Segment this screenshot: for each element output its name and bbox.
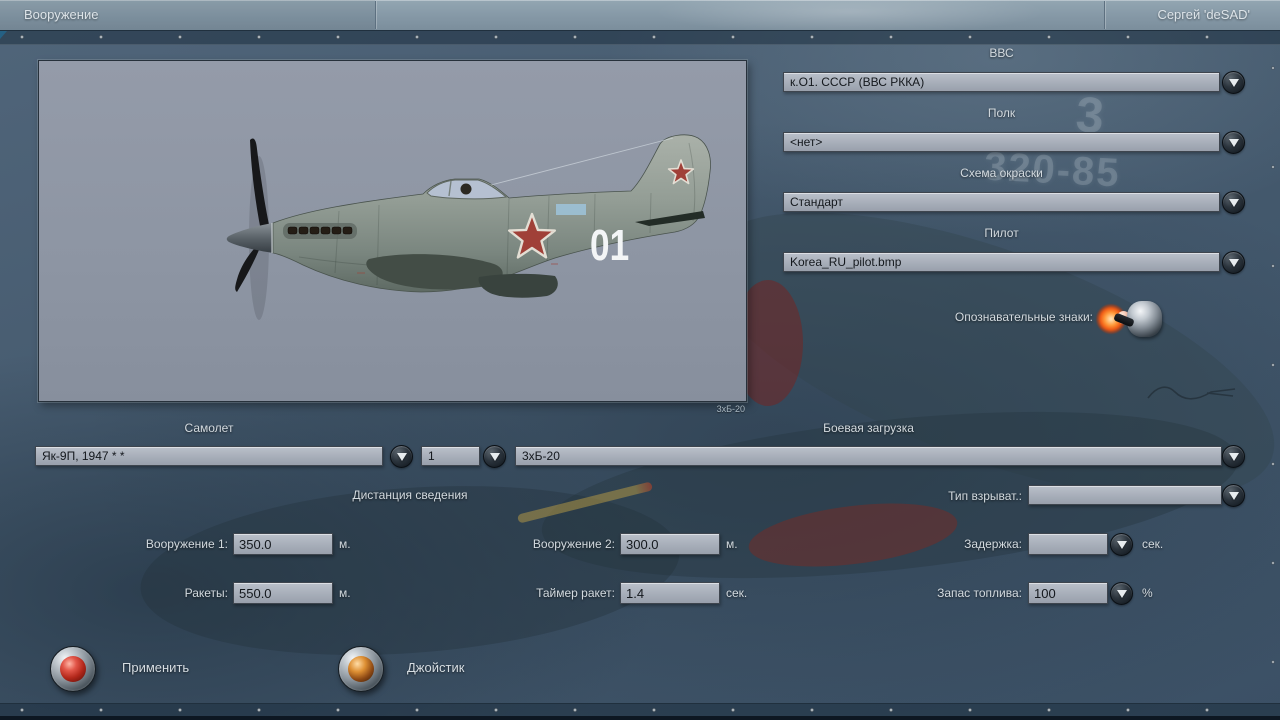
chevron-down-icon bbox=[1228, 79, 1239, 87]
fuse-type-dropdown-button[interactable] bbox=[1222, 484, 1245, 507]
delay-unit: сек. bbox=[1142, 537, 1164, 551]
apply-label: Применить bbox=[122, 660, 190, 675]
count-dropdown-button[interactable] bbox=[483, 445, 506, 468]
rivet-strip-top bbox=[0, 30, 1280, 45]
weapon2-label: Вооружение 2: bbox=[532, 537, 615, 551]
chevron-down-icon bbox=[1228, 199, 1239, 207]
rocket-timer-input[interactable] bbox=[620, 582, 720, 604]
aircraft-select[interactable]: Як-9П, 1947 * * bbox=[35, 446, 383, 466]
rockets-unit: м. bbox=[339, 586, 351, 600]
top-bar: Вооружение Сергей 'deSAD' bbox=[0, 0, 1280, 31]
fuel-dropdown-button[interactable] bbox=[1110, 582, 1133, 605]
chevron-down-icon bbox=[1228, 139, 1239, 147]
delay-input[interactable] bbox=[1028, 533, 1108, 555]
regiment-dropdown-button[interactable] bbox=[1222, 131, 1245, 154]
rockets-label: Ракеты: bbox=[184, 586, 228, 600]
joystick-label: Джойстик bbox=[407, 660, 465, 675]
aircraft-value: Як-9П, 1947 * * bbox=[42, 449, 125, 463]
aircraft-side-view: 01 bbox=[226, 134, 711, 320]
count-value: 1 bbox=[428, 449, 435, 463]
regiment-select[interactable]: <нет> bbox=[783, 132, 1220, 152]
chevron-down-icon bbox=[1228, 453, 1239, 461]
top-bar-shine bbox=[640, 0, 1060, 30]
amber-button-icon bbox=[348, 656, 374, 682]
aircraft-label: Самолет bbox=[184, 421, 234, 435]
pilot-value: Korea_RU_pilot.bmp bbox=[790, 255, 902, 269]
loadout-caption: 3хБ-20 bbox=[716, 404, 745, 414]
weapon2-unit: м. bbox=[726, 537, 738, 551]
chevron-down-icon bbox=[396, 453, 407, 461]
chevron-down-icon bbox=[1228, 492, 1239, 500]
pilot-dropdown-button[interactable] bbox=[1222, 251, 1245, 274]
aircraft-number: 01 bbox=[590, 221, 629, 270]
paint-scheme-label: Схема окраски bbox=[960, 166, 1043, 180]
chevron-down-icon bbox=[1116, 541, 1127, 549]
weapon1-label: Вооружение 1: bbox=[145, 537, 228, 551]
rocket-timer-label: Таймер ракет: bbox=[536, 586, 615, 600]
fuse-type-label: Тип взрыват.: bbox=[948, 489, 1022, 503]
airforce-select[interactable]: к.О1. СССР (ВВС РККА) bbox=[783, 72, 1220, 92]
paint-scheme-dropdown-button[interactable] bbox=[1222, 191, 1245, 214]
aircraft-dropdown-button[interactable] bbox=[390, 445, 413, 468]
tab-armament[interactable]: Вооружение bbox=[0, 0, 375, 30]
loadout-dropdown-button[interactable] bbox=[1222, 445, 1245, 468]
airforce-dropdown-button[interactable] bbox=[1222, 71, 1245, 94]
fuel-unit: % bbox=[1142, 586, 1153, 600]
markings-label: Опознавательные знаки: bbox=[954, 310, 1093, 324]
convergence-title: Дистанция сведения bbox=[352, 488, 468, 502]
weapon1-unit: м. bbox=[339, 537, 351, 551]
rocket-timer-unit: сек. bbox=[726, 586, 748, 600]
red-button-icon bbox=[60, 656, 86, 682]
pilot-head bbox=[460, 183, 472, 195]
armament-screen: 3 320-85 Вооружение Сергей 'deSAD' 01 3х… bbox=[0, 0, 1280, 720]
fuse-type-select[interactable] bbox=[1028, 485, 1222, 505]
paint-scheme-select[interactable]: Стандарт bbox=[783, 192, 1220, 212]
fuselage-patch bbox=[556, 204, 586, 215]
player-name: Сергей 'deSAD' bbox=[1157, 7, 1250, 22]
tab-divider-1 bbox=[375, 1, 376, 29]
pilot-label: Пилот bbox=[984, 226, 1019, 240]
airforce-label: ВВС bbox=[989, 46, 1014, 60]
pilot-select[interactable]: Korea_RU_pilot.bmp bbox=[783, 252, 1220, 272]
rockets-input[interactable] bbox=[233, 582, 333, 604]
fuel-input[interactable] bbox=[1028, 582, 1108, 604]
joystick-button[interactable] bbox=[338, 646, 384, 692]
rivet-strip-right bbox=[1268, 60, 1278, 700]
regiment-value: <нет> bbox=[790, 135, 823, 149]
radiator-scoop bbox=[478, 273, 558, 298]
ghost-signature bbox=[1147, 386, 1236, 400]
chevron-down-icon bbox=[1116, 590, 1127, 598]
tab-armament-label: Вооружение bbox=[24, 7, 99, 22]
delay-dropdown-button[interactable] bbox=[1110, 533, 1133, 556]
delay-label: Задержка: bbox=[964, 537, 1022, 551]
apply-button[interactable] bbox=[50, 646, 96, 692]
loadout-value: 3хБ-20 bbox=[522, 449, 560, 463]
count-select[interactable]: 1 bbox=[421, 446, 480, 466]
markings-toggle[interactable] bbox=[1096, 295, 1166, 341]
weapon2-input[interactable] bbox=[620, 533, 720, 555]
paint-scheme-value: Стандарт bbox=[790, 195, 843, 209]
loadout-label: Боевая загрузка bbox=[823, 421, 914, 435]
airforce-value: к.О1. СССР (ВВС РККА) bbox=[790, 75, 925, 89]
bottom-edge bbox=[0, 716, 1280, 720]
chevron-down-icon bbox=[489, 453, 500, 461]
tab-divider-2 bbox=[1104, 1, 1105, 29]
loadout-select[interactable]: 3хБ-20 bbox=[515, 446, 1222, 466]
weapon1-input[interactable] bbox=[233, 533, 333, 555]
chevron-down-icon bbox=[1228, 259, 1239, 267]
aircraft-preview-panel: 01 bbox=[38, 60, 747, 402]
fuel-label: Запас топлива: bbox=[937, 586, 1022, 600]
regiment-label: Полк bbox=[987, 106, 1016, 120]
